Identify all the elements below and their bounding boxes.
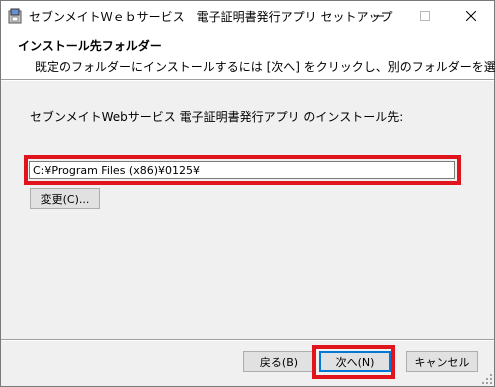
- setup-window: セブンメイトＷｅｂサービス 電子証明書発行アプリ セットアップ インストール先フ…: [0, 0, 495, 387]
- next-button[interactable]: 次へ(N): [319, 351, 391, 372]
- title-bar[interactable]: セブンメイトＷｅｂサービス 電子証明書発行アプリ セットアップ: [1, 1, 494, 31]
- destination-label: セブンメイトWebサービス 電子証明書発行アプリ のインストール先:: [30, 110, 404, 124]
- page-description: 既定のフォルダーにインストールするには [次へ] をクリックし、別のフォルダーを…: [35, 60, 495, 74]
- installer-icon: [8, 8, 22, 24]
- header-panel: インストール先フォルダー 既定のフォルダーにインストールするには [次へ] をク…: [1, 31, 495, 79]
- footer-divider: [1, 339, 494, 341]
- close-icon: [466, 11, 476, 21]
- minimize-icon: [374, 15, 384, 17]
- close-button[interactable]: [448, 1, 494, 31]
- minimize-button[interactable]: [356, 1, 402, 31]
- back-button[interactable]: 戻る(B): [243, 351, 315, 372]
- cancel-button[interactable]: キャンセル: [406, 351, 478, 372]
- page-title: インストール先フォルダー: [18, 39, 162, 53]
- header-divider: [1, 79, 494, 81]
- change-folder-button[interactable]: 変更(C)...: [30, 188, 100, 209]
- maximize-button[interactable]: [402, 1, 448, 31]
- resize-grip-icon[interactable]: [482, 374, 492, 384]
- install-path-field[interactable]: [29, 161, 455, 179]
- window-title: セブンメイトＷｅｂサービス 電子証明書発行アプリ セットアップ: [29, 10, 393, 24]
- maximize-icon: [420, 11, 430, 21]
